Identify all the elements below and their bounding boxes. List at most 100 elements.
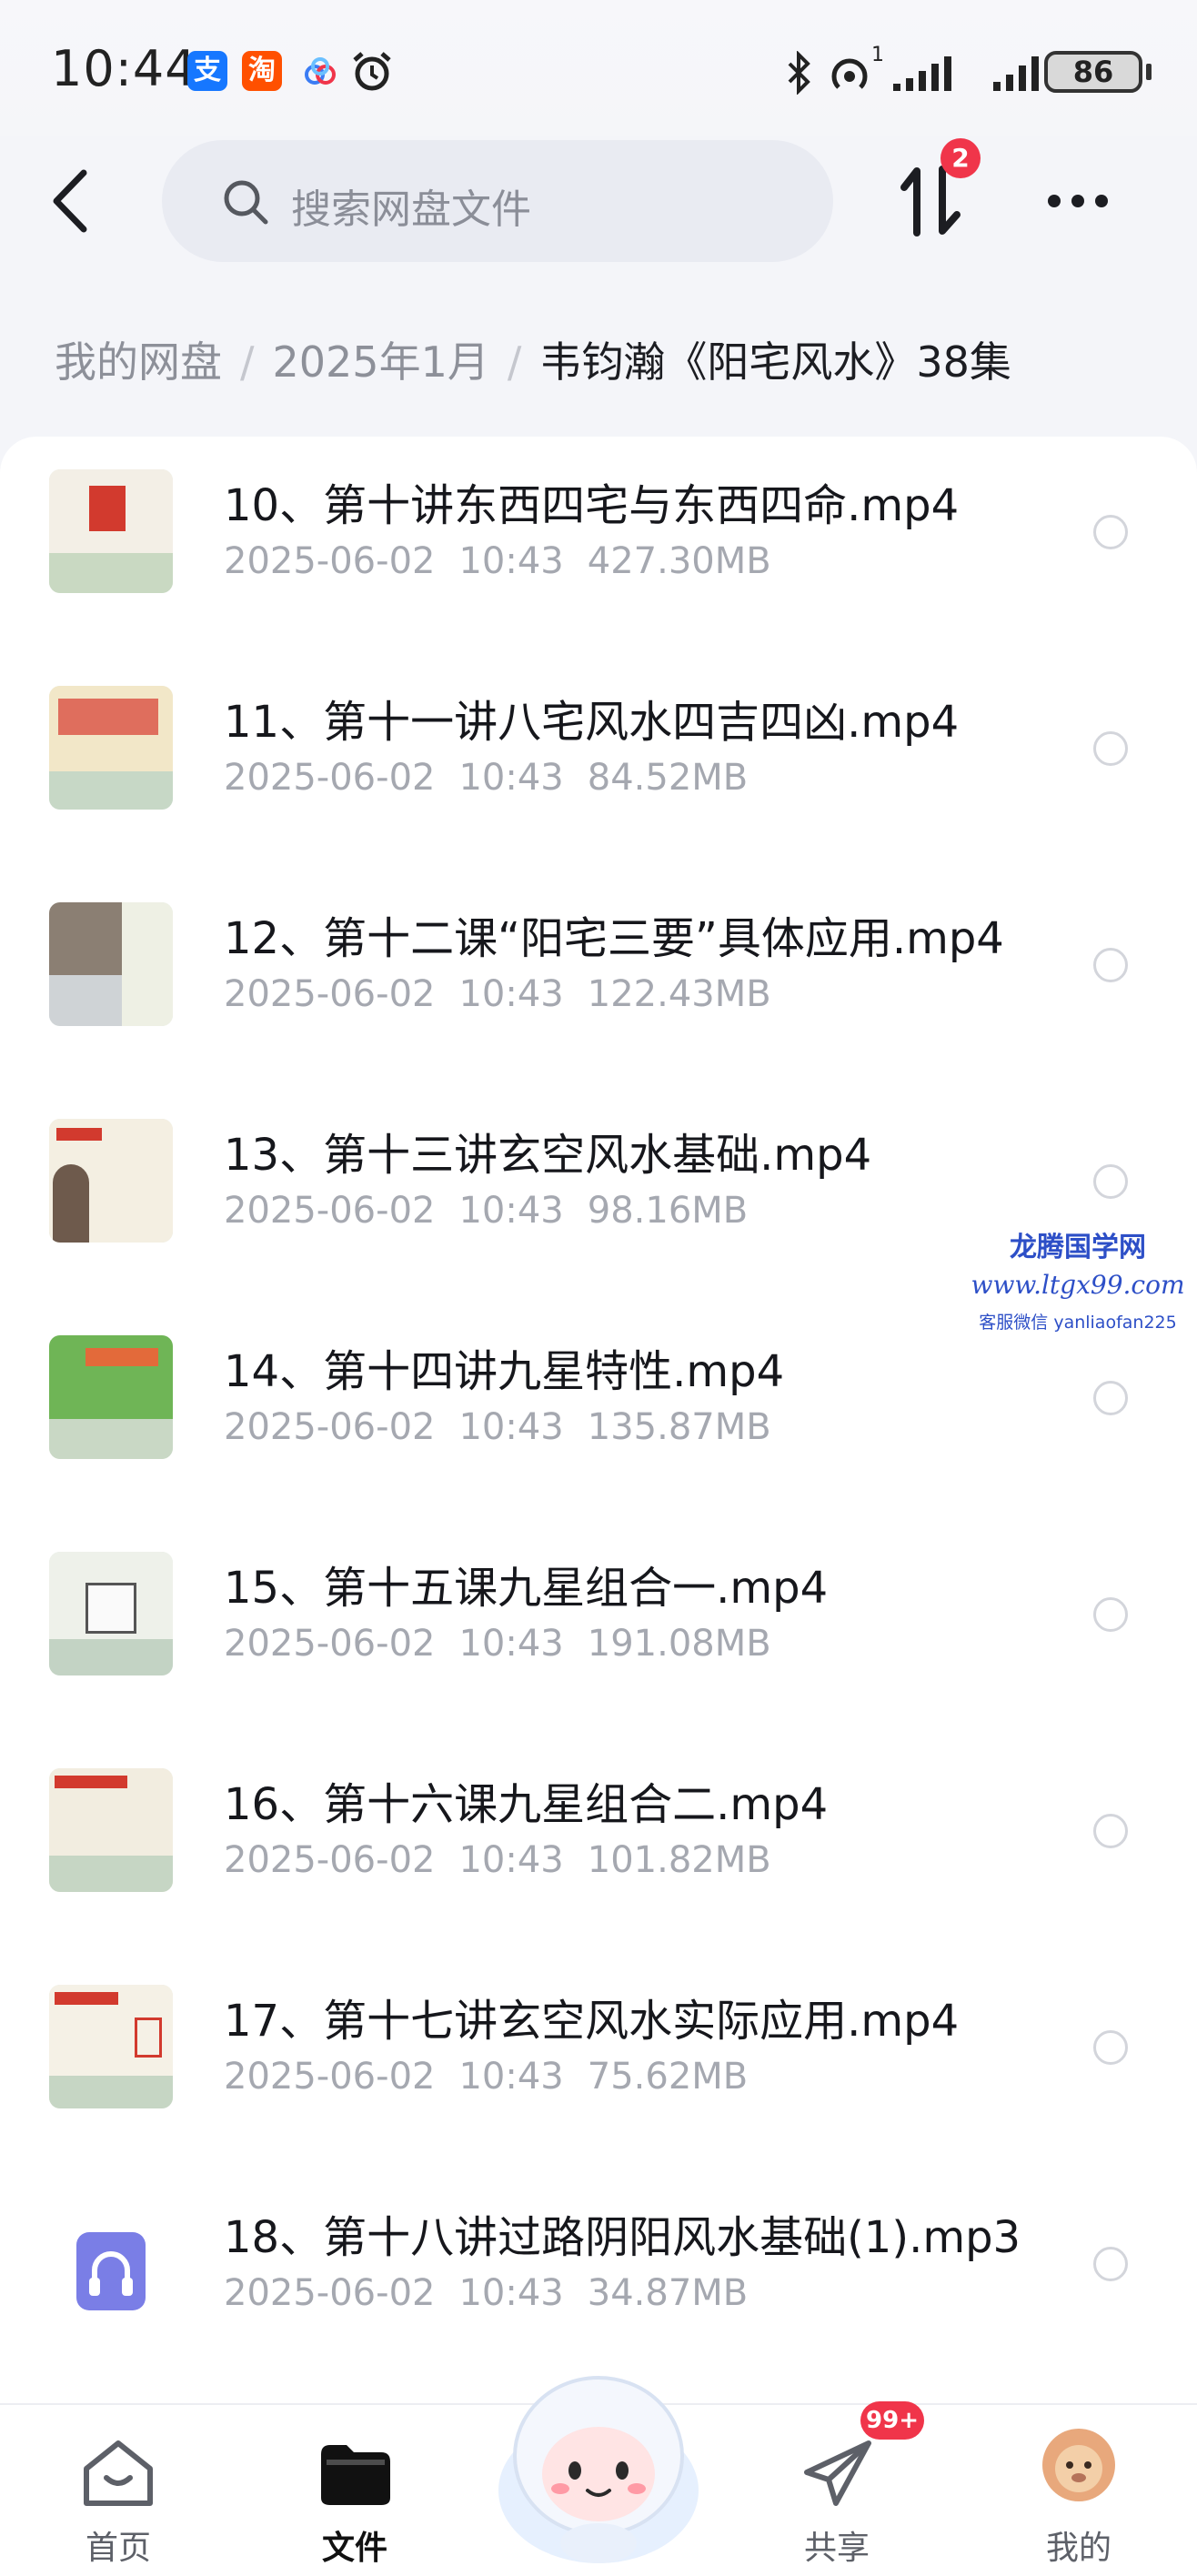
file-meta: 2025-06-02 10:43 191.08MB [224, 1623, 795, 1665]
file-meta: 2025-06-02 10:43 98.16MB [224, 1190, 771, 1232]
cloud-icon [300, 55, 340, 91]
file-date: 2025-06-02 [224, 1839, 436, 1881]
file-size: 75.62MB [587, 2056, 749, 2098]
alipay-icon: 支 [187, 51, 227, 91]
file-name: 13、第十三讲玄空风水基础.mp4 [224, 1130, 872, 1181]
select-checkbox[interactable] [1093, 2247, 1128, 2281]
video-thumbnail [49, 1335, 173, 1459]
breadcrumb-item-month[interactable]: 2025年1月 [273, 337, 489, 387]
select-checkbox[interactable] [1093, 515, 1128, 549]
more-button[interactable] [1037, 180, 1119, 226]
file-size: 427.30MB [587, 540, 771, 582]
file-name: 10、第十讲东西四宅与东西四命.mp4 [224, 480, 960, 531]
signal-icon [891, 55, 968, 93]
tab-me-label: 我的 [1045, 2530, 1112, 2567]
mascot-assistant-button[interactable] [482, 2338, 715, 2571]
file-row[interactable]: 17、第十七讲玄空风水实际应用.mp4 2025-06-02 10:43 75.62… [0, 1952, 1197, 2168]
tab-home-label: 首页 [85, 2530, 151, 2567]
breadcrumb-separator: / [507, 337, 522, 387]
file-row[interactable]: 15、第十五课九星组合一.mp4 2025-06-02 10:43 191.08MB [0, 1519, 1197, 1736]
file-size: 101.82MB [587, 1839, 771, 1881]
file-time: 10:43 [458, 540, 564, 582]
breadcrumb-item-root[interactable]: 我的网盘 [55, 337, 222, 387]
tab-home[interactable]: 首页 [55, 2425, 182, 2567]
file-meta: 2025-06-02 10:43 101.82MB [224, 1839, 795, 1881]
select-checkbox[interactable] [1093, 1381, 1128, 1415]
file-name: 17、第十七讲玄空风水实际应用.mp4 [224, 1996, 960, 2047]
file-meta: 2025-06-02 10:43 122.43MB [224, 973, 795, 1015]
video-thumbnail [49, 1768, 173, 1892]
tab-files[interactable]: 文件 [291, 2425, 418, 2567]
file-date: 2025-06-02 [224, 1406, 436, 1448]
select-checkbox[interactable] [1093, 731, 1128, 766]
file-time: 10:43 [458, 1190, 564, 1232]
file-size: 122.43MB [587, 973, 771, 1015]
battery-tip [1146, 64, 1152, 80]
more-dot [1095, 195, 1108, 207]
search-icon [224, 180, 268, 225]
more-dot [1048, 195, 1061, 207]
file-date: 2025-06-02 [224, 2272, 436, 2314]
video-thumbnail [49, 1985, 173, 2108]
taobao-icon: 淘 [242, 51, 282, 91]
file-row[interactable]: 10、第十讲东西四宅与东西四命.mp4 2025-06-02 10:43 427.3… [0, 437, 1197, 653]
file-row[interactable]: 12、第十二课“阳宅三要”具体应用.mp4 2025-06-02 10:43 122… [0, 870, 1197, 1086]
file-row[interactable]: 14、第十四讲九星特性.mp4 2025-06-02 10:43 135.87MB [0, 1303, 1197, 1519]
tab-share-label: 共享 [803, 2530, 870, 2567]
file-time: 10:43 [458, 2056, 564, 2098]
file-meta: 2025-06-02 10:43 84.52MB [224, 757, 771, 799]
breadcrumb: 我的网盘 / 2025年1月 / 韦钧瀚《阳宅风水》38集 [55, 329, 1011, 389]
watermark-contact: 客服微信 yanliaofan225 [979, 1313, 1177, 1333]
file-time: 10:43 [458, 1839, 564, 1881]
file-date: 2025-06-02 [224, 1623, 436, 1665]
select-checkbox[interactable] [1093, 1814, 1128, 1848]
file-date: 2025-06-02 [224, 1190, 436, 1232]
watermark: 龙腾国学网 www.ltgx99.com 客服微信 yanliaofan225 [959, 1224, 1197, 1333]
chevron-left-icon [53, 169, 87, 233]
watermark-url: www.ltgx99.com [971, 1270, 1185, 1300]
select-checkbox[interactable] [1093, 2030, 1128, 2065]
select-checkbox[interactable] [1093, 948, 1128, 982]
file-size: 135.87MB [587, 1406, 771, 1448]
file-date: 2025-06-02 [224, 757, 436, 799]
bluetooth-icon [784, 50, 815, 96]
file-name: 12、第十二课“阳宅三要”具体应用.mp4 [224, 913, 1004, 964]
file-time: 10:43 [458, 1623, 564, 1665]
share-plane-icon [804, 2440, 871, 2506]
breadcrumb-separator: / [240, 337, 255, 387]
file-name: 16、第十六课九星组合二.mp4 [224, 1779, 829, 1830]
hotspot-count: 1 [871, 44, 884, 66]
video-thumbnail [49, 469, 173, 593]
more-dot [1071, 195, 1084, 207]
search-input[interactable]: 搜索网盘文件 [162, 140, 833, 262]
file-date: 2025-06-02 [224, 540, 436, 582]
file-meta: 2025-06-02 10:43 34.87MB [224, 2272, 771, 2314]
file-name: 15、第十五课九星组合一.mp4 [224, 1563, 829, 1614]
audio-file-icon [76, 2232, 146, 2310]
avatar [1042, 2429, 1115, 2501]
search-placeholder: 搜索网盘文件 [291, 186, 531, 233]
file-list: 10、第十讲东西四宅与东西四命.mp4 2025-06-02 10:43 427.3… [0, 437, 1197, 2412]
home-icon [84, 2440, 153, 2506]
file-time: 10:43 [458, 1406, 564, 1448]
file-row[interactable]: 11、第十一讲八宅风水四吉四凶.mp4 2025-06-02 10:43 84.52… [0, 653, 1197, 870]
file-size: 34.87MB [587, 2272, 749, 2314]
status-time: 10:44 [51, 40, 197, 97]
select-checkbox[interactable] [1093, 1164, 1128, 1199]
tab-me[interactable]: 我的 [1015, 2425, 1142, 2567]
folder-icon [321, 2445, 390, 2505]
tab-share[interactable]: 共享 [773, 2425, 900, 2567]
back-button[interactable] [36, 160, 109, 242]
file-size: 98.16MB [587, 1190, 749, 1232]
file-size: 84.52MB [587, 757, 749, 799]
signal-icon-2 [991, 55, 1050, 93]
file-date: 2025-06-02 [224, 973, 436, 1015]
file-name: 18、第十八讲过路阴阳风水基础(1).mp3 [224, 2212, 1021, 2263]
video-thumbnail [49, 1552, 173, 1675]
file-meta: 2025-06-02 10:43 135.87MB [224, 1406, 795, 1448]
video-thumbnail [49, 902, 173, 1026]
video-thumbnail [49, 1119, 173, 1243]
file-row[interactable]: 16、第十六课九星组合二.mp4 2025-06-02 10:43 101.82MB [0, 1736, 1197, 1952]
select-checkbox[interactable] [1093, 1597, 1128, 1632]
file-meta: 2025-06-02 10:43 75.62MB [224, 2056, 771, 2098]
